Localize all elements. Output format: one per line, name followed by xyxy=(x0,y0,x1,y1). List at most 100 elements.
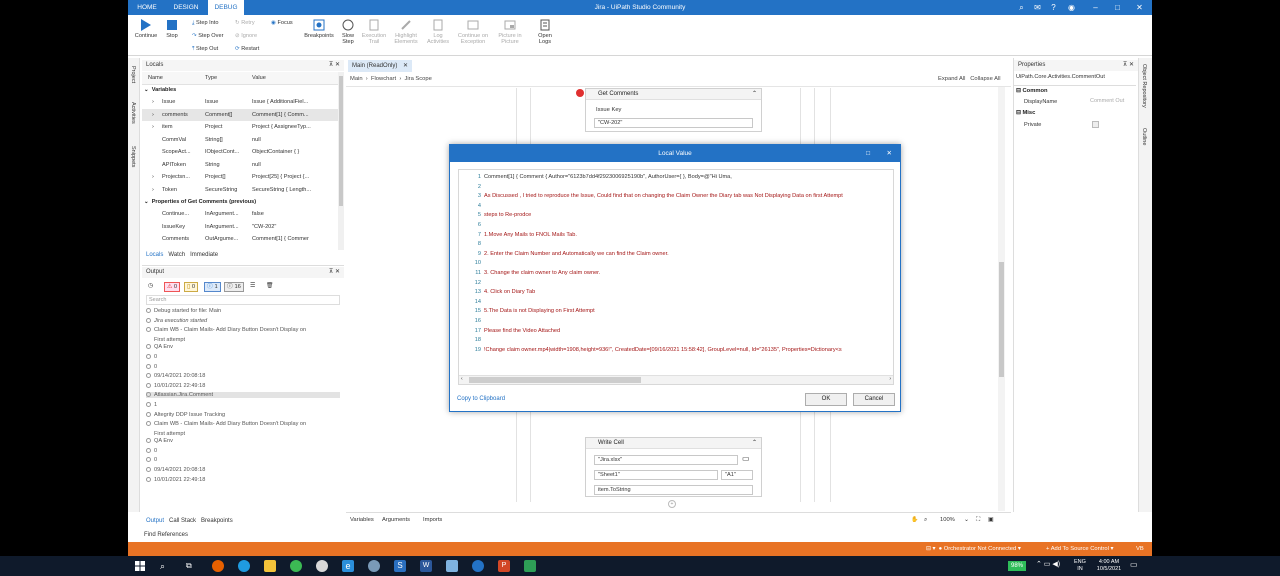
tab-variables[interactable]: Variables xyxy=(350,513,374,527)
output-line[interactable]: 10/01/2021 22:49:18 xyxy=(146,476,205,483)
continue-on-exception-button[interactable]: Continue on Exception xyxy=(454,19,492,45)
output-line[interactable]: 0 xyxy=(146,363,157,370)
language-indicator[interactable]: ENG IN xyxy=(1074,559,1086,573)
powerpoint-icon[interactable]: P xyxy=(498,560,510,572)
word-icon[interactable]: W xyxy=(420,560,432,572)
variables-section[interactable]: ⌄ Variables xyxy=(144,84,338,97)
variable-row[interactable]: › item Project Project { AssigneeTyp... xyxy=(142,121,338,134)
sheet-name-field[interactable]: "Sheet1" xyxy=(594,470,718,480)
notifications-icon[interactable]: ▭ xyxy=(1130,560,1138,569)
display-name-field[interactable]: Comment Out xyxy=(1090,98,1134,107)
find-references-tab[interactable]: Find References xyxy=(144,532,193,538)
internet-explorer-icon[interactable]: e xyxy=(342,560,354,572)
collapse-icon[interactable]: ⌃ xyxy=(752,438,757,449)
app-icon[interactable] xyxy=(472,560,484,572)
tab-watch[interactable]: Watch xyxy=(168,252,185,258)
breakpoints-button[interactable]: Breakpoints xyxy=(302,19,336,39)
source-control-button[interactable]: + Add To Source Control ▾ xyxy=(1046,542,1113,556)
output-line[interactable]: Claim WB - Claim Mails- Add Diary Button… xyxy=(146,421,306,427)
output-line[interactable]: First attempt xyxy=(146,337,185,343)
breadcrumb-jira-scope[interactable]: Jira Scope xyxy=(404,76,431,82)
windows-start-icon[interactable] xyxy=(134,560,146,572)
picture-in-picture-button[interactable]: Picture in Picture xyxy=(493,19,527,45)
workbook-path-field[interactable]: "Jira.xlsx" xyxy=(594,455,738,465)
expand-all-link[interactable]: Expand All xyxy=(938,76,965,82)
slow-step-button[interactable]: Slow Step xyxy=(338,19,358,45)
app-icon[interactable] xyxy=(524,560,536,572)
step-over-button[interactable]: ↷ Step Over xyxy=(192,33,223,39)
get-comments-activity[interactable]: Get Comments ⌃ Issue Key "CW-202" xyxy=(585,88,762,132)
warnings-filter[interactable]: ▯ 0 xyxy=(184,282,199,292)
orchestrator-status[interactable]: ⊟ ▾ ● Orchestrator Not Connected ▾ xyxy=(926,542,1021,556)
highlight-elements-button[interactable]: Highlight Elements xyxy=(390,19,422,45)
tab-home[interactable]: HOME xyxy=(128,0,166,15)
chrome-icon[interactable] xyxy=(290,560,302,572)
variable-row[interactable]: › Token SecureString SecureString { Length.… xyxy=(142,184,338,197)
tab-call-stack[interactable]: Call Stack xyxy=(169,518,196,524)
output-line[interactable]: 0 xyxy=(146,447,157,454)
help-icon[interactable]: ? xyxy=(1048,2,1059,13)
variable-row[interactable]: ScopeAct... IObjectCont... ObjectContainer… xyxy=(142,146,338,159)
breakpoint-marker[interactable] xyxy=(576,89,584,97)
expand-icon[interactable]: › xyxy=(152,109,160,122)
expand-icon[interactable]: › xyxy=(152,121,160,134)
cancel-button[interactable]: Cancel xyxy=(853,393,895,406)
output-line[interactable]: QA Env xyxy=(146,438,173,444)
feedback-icon[interactable]: ✉ xyxy=(1032,2,1043,13)
document-tab[interactable]: Main (ReadOnly) ✕ xyxy=(348,60,413,72)
tray-icons[interactable]: ⌃ ▭ ◀) xyxy=(1036,560,1060,568)
errors-filter[interactable]: ⚠ 0 xyxy=(164,282,181,292)
tab-arguments[interactable]: Arguments xyxy=(382,513,410,527)
breadcrumb-main[interactable]: Main xyxy=(350,76,363,82)
value-field[interactable]: item.ToString xyxy=(594,485,753,495)
add-activity-icon[interactable]: + xyxy=(668,500,676,508)
tab-breakpoints[interactable]: Breakpoints xyxy=(201,518,233,524)
scroll-right-icon[interactable]: › xyxy=(889,376,891,382)
variable-row[interactable]: › Projectsn... Project[] Project[25] { Proj… xyxy=(142,171,338,184)
close-icon[interactable]: ✕ xyxy=(887,145,892,162)
misc-section[interactable]: ⊟ Misc xyxy=(1016,110,1035,116)
info-filter[interactable]: ⓘ 1 xyxy=(204,282,221,292)
breadcrumb-flowchart[interactable]: Flowchart xyxy=(371,76,396,82)
firefox-icon[interactable] xyxy=(212,560,224,572)
cell-field[interactable]: "A1" xyxy=(721,470,753,480)
edge-icon[interactable] xyxy=(238,560,250,572)
output-line[interactable]: Jira execution started xyxy=(146,317,207,324)
tab-immediate[interactable]: Immediate xyxy=(190,252,218,258)
variable-row[interactable]: CommVal String[] null xyxy=(142,134,338,147)
delete-icon[interactable]: 🗑 xyxy=(266,281,273,292)
fit-icon[interactable]: ⛶ xyxy=(976,513,980,527)
pin-icon[interactable]: ⊼ ✕ xyxy=(329,267,340,278)
output-line[interactable]: 09/14/2021 20:08:18 xyxy=(146,373,205,379)
stop-button[interactable]: Stop xyxy=(162,19,182,39)
maximize-icon[interactable]: □ xyxy=(866,145,870,162)
open-logs-button[interactable]: Open Logs xyxy=(534,19,556,45)
tab-design[interactable]: DESIGN xyxy=(166,0,206,15)
write-cell-activity[interactable]: Write Cell ⌃ "Jira.xlsx" ▭ "Sheet1" "A1" … xyxy=(585,437,762,497)
output-line[interactable]: 0 xyxy=(146,353,157,360)
output-line[interactable]: Altegrity DDP Issue Tracking xyxy=(146,411,225,418)
output-line[interactable]: Debug started for file: Main xyxy=(146,308,221,314)
variable-row[interactable]: › Issue Issue Issue { AdditionalFiel... xyxy=(142,96,338,109)
output-line[interactable]: 1 xyxy=(146,401,157,408)
zoom-level[interactable]: 100% xyxy=(940,513,955,527)
tab-debug[interactable]: DEBUG xyxy=(208,0,244,15)
close-tab-icon[interactable]: ✕ xyxy=(403,63,408,69)
locals-scrollbar[interactable] xyxy=(338,72,344,250)
output-search-input[interactable]: Search xyxy=(146,295,340,305)
variable-row[interactable]: › comments Comment[] Comment[1] { Comm... xyxy=(142,108,338,122)
zoom-search-icon[interactable]: ⌕ xyxy=(924,513,927,527)
copy-to-clipboard-link[interactable]: Copy to Clipboard xyxy=(457,396,505,402)
search-icon[interactable]: ⌕ xyxy=(160,560,172,572)
output-line[interactable]: 0 xyxy=(146,457,157,463)
scroll-left-icon[interactable]: ‹ xyxy=(461,376,463,382)
output-line[interactable]: 10/01/2021 22:49:18 xyxy=(146,382,205,389)
maximize-icon[interactable]: □ xyxy=(1112,2,1123,13)
ignore-button[interactable]: ⊘ Ignore xyxy=(235,33,257,39)
app-icon[interactable] xyxy=(368,560,380,572)
expand-icon[interactable]: › xyxy=(152,184,160,197)
minimize-icon[interactable]: – xyxy=(1090,2,1101,13)
output-line[interactable]: 09/14/2021 20:08:18 xyxy=(146,467,205,473)
activities-panel-tab[interactable]: Activities xyxy=(130,102,136,124)
ok-button[interactable]: OK xyxy=(805,393,847,406)
